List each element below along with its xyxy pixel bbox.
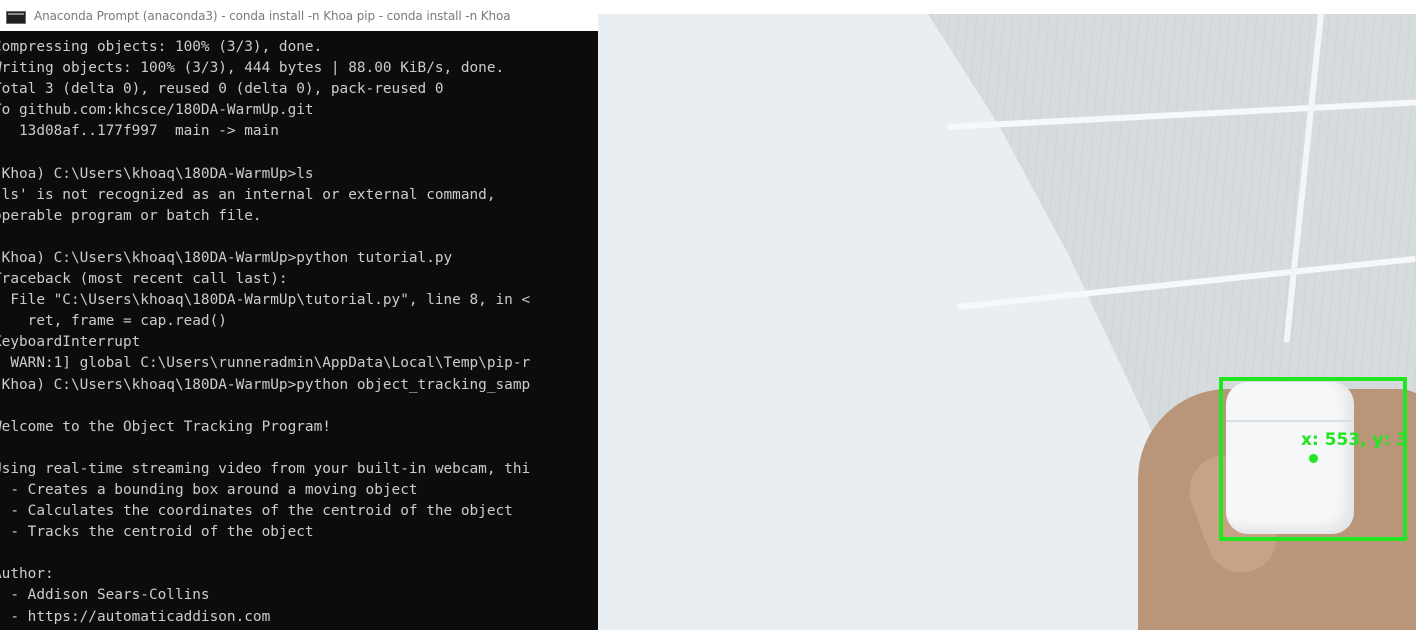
terminal-line: - Tracks the centroid of the object [0, 524, 314, 541]
terminal-line: operable program or batch file. [0, 207, 262, 224]
centroid-coordinates: x: 553, y: 3 [1301, 430, 1409, 450]
terminal-line: - Addison Sears-Collins [0, 587, 210, 604]
terminal-line: (Khoa) C:\Users\khoaq\180DA-WarmUp>pytho… [0, 249, 453, 266]
terminal-line: - Calculates the coordinates of the cent… [0, 503, 513, 520]
terminal-line: To github.com:khcsce/180DA-WarmUp.git [0, 102, 314, 119]
terminal-line: (Khoa) C:\Users\khoaq\180DA-WarmUp>pytho… [0, 376, 531, 393]
terminal-line: Welcome to the Object Tracking Program! [0, 418, 331, 435]
terminal-line: ret, frame = cap.read() [0, 313, 227, 330]
console-icon [6, 11, 26, 24]
window-title: Anaconda Prompt (anaconda3) - conda inst… [34, 9, 511, 23]
terminal-line: Total 3 (delta 0), reused 0 (delta 0), p… [0, 81, 444, 98]
terminal-line: Author: [0, 566, 54, 583]
terminal-line: Compressing objects: 100% (3/3), done. [0, 39, 323, 55]
terminal-line: Traceback (most recent call last): [0, 271, 288, 288]
terminal-titlebar[interactable]: Anaconda Prompt (anaconda3) - conda inst… [0, 0, 598, 31]
terminal-line: - https://automaticaddison.com [0, 608, 271, 625]
webcam-frame: x: 553, y: 3 [598, 14, 1416, 630]
terminal-line: 'ls' is not recognized as an internal or… [0, 186, 496, 203]
terminal-output[interactable]: Compressing objects: 100% (3/3), done. W… [0, 37, 598, 628]
terminal-window[interactable]: Anaconda Prompt (anaconda3) - conda inst… [0, 0, 598, 630]
terminal-line: File "C:\Users\khoaq\180DA-WarmUp\tutori… [0, 292, 531, 309]
terminal-line: 13d08af..177f997 main -> main [0, 123, 279, 140]
centroid-dot [1309, 454, 1318, 463]
terminal-line: - Creates a bounding box around a moving… [0, 481, 418, 498]
terminal-line: [ WARN:1] global C:\Users\runneradmin\Ap… [0, 355, 531, 372]
terminal-line: (Khoa) C:\Users\khoaq\180DA-WarmUp>ls [0, 165, 314, 182]
terminal-line: KeyboardInterrupt [0, 334, 141, 351]
terminal-line: Using real-time streaming video from you… [0, 460, 531, 477]
terminal-line: Writing objects: 100% (3/3), 444 bytes |… [0, 60, 505, 77]
